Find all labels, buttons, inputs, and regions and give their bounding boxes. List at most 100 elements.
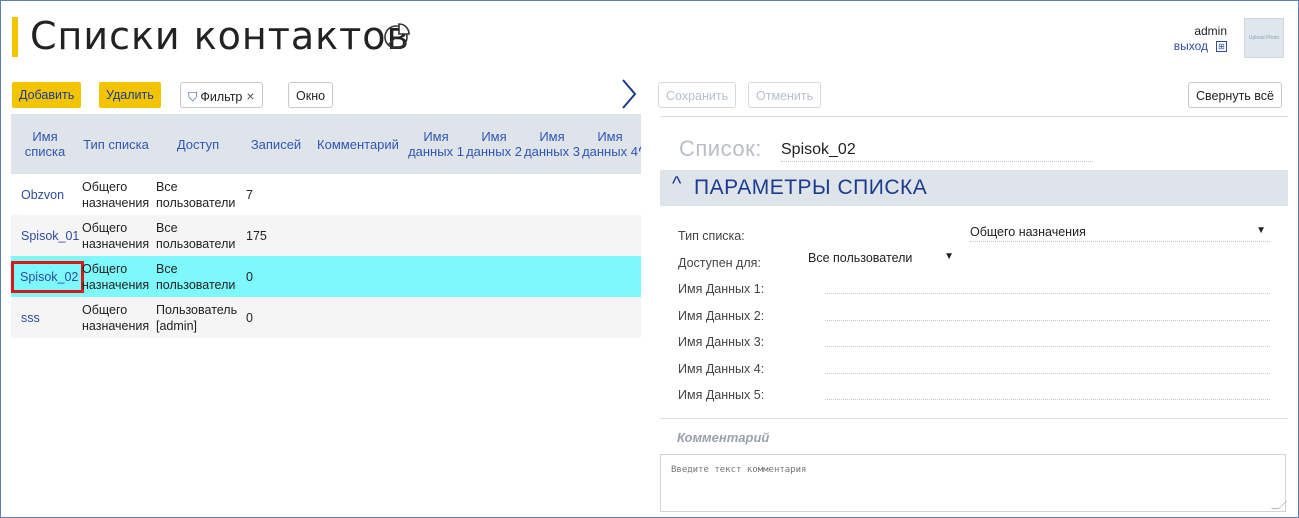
data-name-5-input[interactable] (825, 398, 1270, 400)
column-header[interactable]: Ди (639, 114, 641, 174)
data-name-2-input[interactable] (825, 319, 1270, 321)
column-header[interactable]: Доступ (153, 114, 243, 174)
list-type-cell: Общего назначения (79, 215, 153, 256)
table-row[interactable]: Obzvon Общего назначения Все пользовател… (11, 174, 641, 215)
data-name-cell (465, 174, 523, 215)
user-name: admin (1194, 24, 1227, 38)
column-header[interactable]: Имя данных 3 (523, 114, 581, 174)
access-value: Все пользователи (808, 251, 913, 265)
data-name-1-label: Имя Данных 1: (678, 282, 765, 296)
page-header: Списки контактов admin выход ⊞ Upload Pho… (0, 0, 1297, 76)
data-name-cell (465, 297, 523, 338)
list-name-cell[interactable]: Spisok_01 (11, 215, 79, 256)
logout-icon[interactable]: ⊞ (1216, 41, 1227, 53)
column-header[interactable]: Имя данных 1 (407, 114, 465, 174)
comment-cell (309, 215, 407, 256)
list-parameters-section-header[interactable]: ^ ПАРАМЕТРЫ СПИСКА (660, 170, 1288, 206)
data-name-cell (581, 215, 639, 256)
resize-handle-icon[interactable] (1271, 501, 1287, 509)
data-name-4-input[interactable] (825, 372, 1270, 374)
truncated-cell: Нр (639, 174, 641, 215)
data-name-1-input[interactable] (825, 292, 1270, 294)
add-button[interactable]: Добавить (12, 82, 82, 108)
list-name-cell[interactable]: Spisok_02 (11, 256, 85, 297)
access-select[interactable]: Все пользователи ▼ (808, 251, 958, 267)
pie-chart-icon[interactable] (382, 21, 412, 51)
comment-cell (309, 297, 407, 338)
access-cell: Все пользователи (153, 215, 243, 256)
access-label: Доступен для: (678, 256, 761, 270)
data-name-cell (407, 174, 465, 215)
cancel-button[interactable]: Отменить (748, 82, 822, 108)
filter-button[interactable]: ⛉ Фильтр × (180, 82, 263, 108)
funnel-icon: ⛉ (188, 90, 198, 104)
list-type-cell: Общего назначения (82, 179, 150, 210)
column-header[interactable]: Комментарий (309, 114, 407, 174)
selected-list-name[interactable]: Spisok_02 (11, 260, 85, 293)
comment-label: Комментарий (677, 430, 770, 445)
data-name-2-label: Имя Данных 2: (678, 309, 765, 323)
records-cell: 175 (243, 215, 309, 256)
chevron-right-icon[interactable] (618, 76, 640, 112)
data-name-cell (407, 297, 465, 338)
data-name-cell (407, 215, 465, 256)
logout-link[interactable]: выход ⊞ (1174, 39, 1227, 53)
close-icon[interactable]: × (246, 88, 254, 104)
caret-down-icon: ▼ (1256, 225, 1266, 236)
truncated-cell (639, 256, 641, 297)
detail-toolbar: Сохранить Отменить Свернуть всё (650, 82, 1290, 108)
caret-down-icon: ▼ (944, 251, 954, 262)
logout-label[interactable]: выход (1174, 39, 1208, 53)
page-title: Списки контактов (30, 14, 410, 58)
truncated-cell (639, 297, 641, 338)
save-button[interactable]: Сохранить (658, 82, 737, 108)
column-header[interactable]: Имя данных 2 (465, 114, 523, 174)
table-row-selected[interactable]: Spisok_02 Общего назначения Все пользова… (11, 256, 641, 297)
data-name-3-label: Имя Данных 3: (678, 335, 765, 349)
data-name-cell (523, 215, 581, 256)
list-name-label: Список: (679, 136, 762, 161)
records-cell: 7 (246, 187, 253, 202)
data-name-cell (581, 256, 639, 297)
list-type-cell: Общего назначения (79, 297, 153, 338)
column-header[interactable]: Тип списка (79, 114, 153, 174)
divider (660, 418, 1288, 419)
chevron-up-icon[interactable]: ^ (672, 173, 681, 196)
divider (660, 116, 1288, 117)
section-title: ПАРАМЕТРЫ СПИСКА (694, 176, 928, 199)
collapse-all-button[interactable]: Свернуть всё (1188, 82, 1282, 108)
data-name-4-label: Имя Данных 4: (678, 362, 765, 376)
records-cell: 0 (243, 297, 309, 338)
column-header[interactable]: Имя списка (11, 114, 79, 174)
list-name-cell[interactable]: sss (11, 297, 79, 338)
data-name-5-label: Имя Данных 5: (678, 388, 765, 402)
table-row[interactable]: Spisok_01 Общего назначения Все пользова… (11, 215, 641, 256)
list-type-select[interactable]: Общего назначения ▼ (970, 225, 1270, 242)
comment-textarea[interactable]: Введите текст комментария (660, 454, 1287, 512)
access-cell: Пользователь [admin] (153, 297, 243, 338)
data-name-cell (581, 174, 639, 215)
access-cell: Все пользователи (156, 179, 236, 210)
window-button[interactable]: Окно (288, 82, 334, 108)
comment-cell (309, 174, 407, 215)
contact-lists-table: Имя списка Тип списка Доступ Записей Ком… (11, 114, 641, 346)
table-row[interactable]: sss Общего назначения Пользователь [admi… (11, 297, 641, 338)
access-cell: Все пользователи (153, 256, 243, 297)
column-header[interactable]: Имя данных 4 (581, 114, 639, 174)
records-cell: 0 (243, 256, 309, 297)
data-name-cell (465, 256, 523, 297)
data-name-cell (407, 256, 465, 297)
list-type-value: Общего назначения (970, 225, 1086, 239)
avatar-upload-label: Upload Photo (1248, 35, 1280, 41)
data-name-3-input[interactable] (825, 345, 1270, 347)
delete-button[interactable]: Удалить (99, 82, 161, 108)
data-name-cell (523, 174, 581, 215)
list-name-cell[interactable]: Obzvon (11, 174, 79, 215)
list-type-label: Тип списка: (678, 229, 745, 243)
list-type-cell: Общего назначения (79, 256, 153, 297)
avatar[interactable]: Upload Photo (1244, 18, 1284, 58)
column-header[interactable]: Записей (243, 114, 309, 174)
list-name-input[interactable]: Spisok_02 (781, 141, 1093, 162)
data-name-cell (523, 256, 581, 297)
data-name-cell (465, 215, 523, 256)
